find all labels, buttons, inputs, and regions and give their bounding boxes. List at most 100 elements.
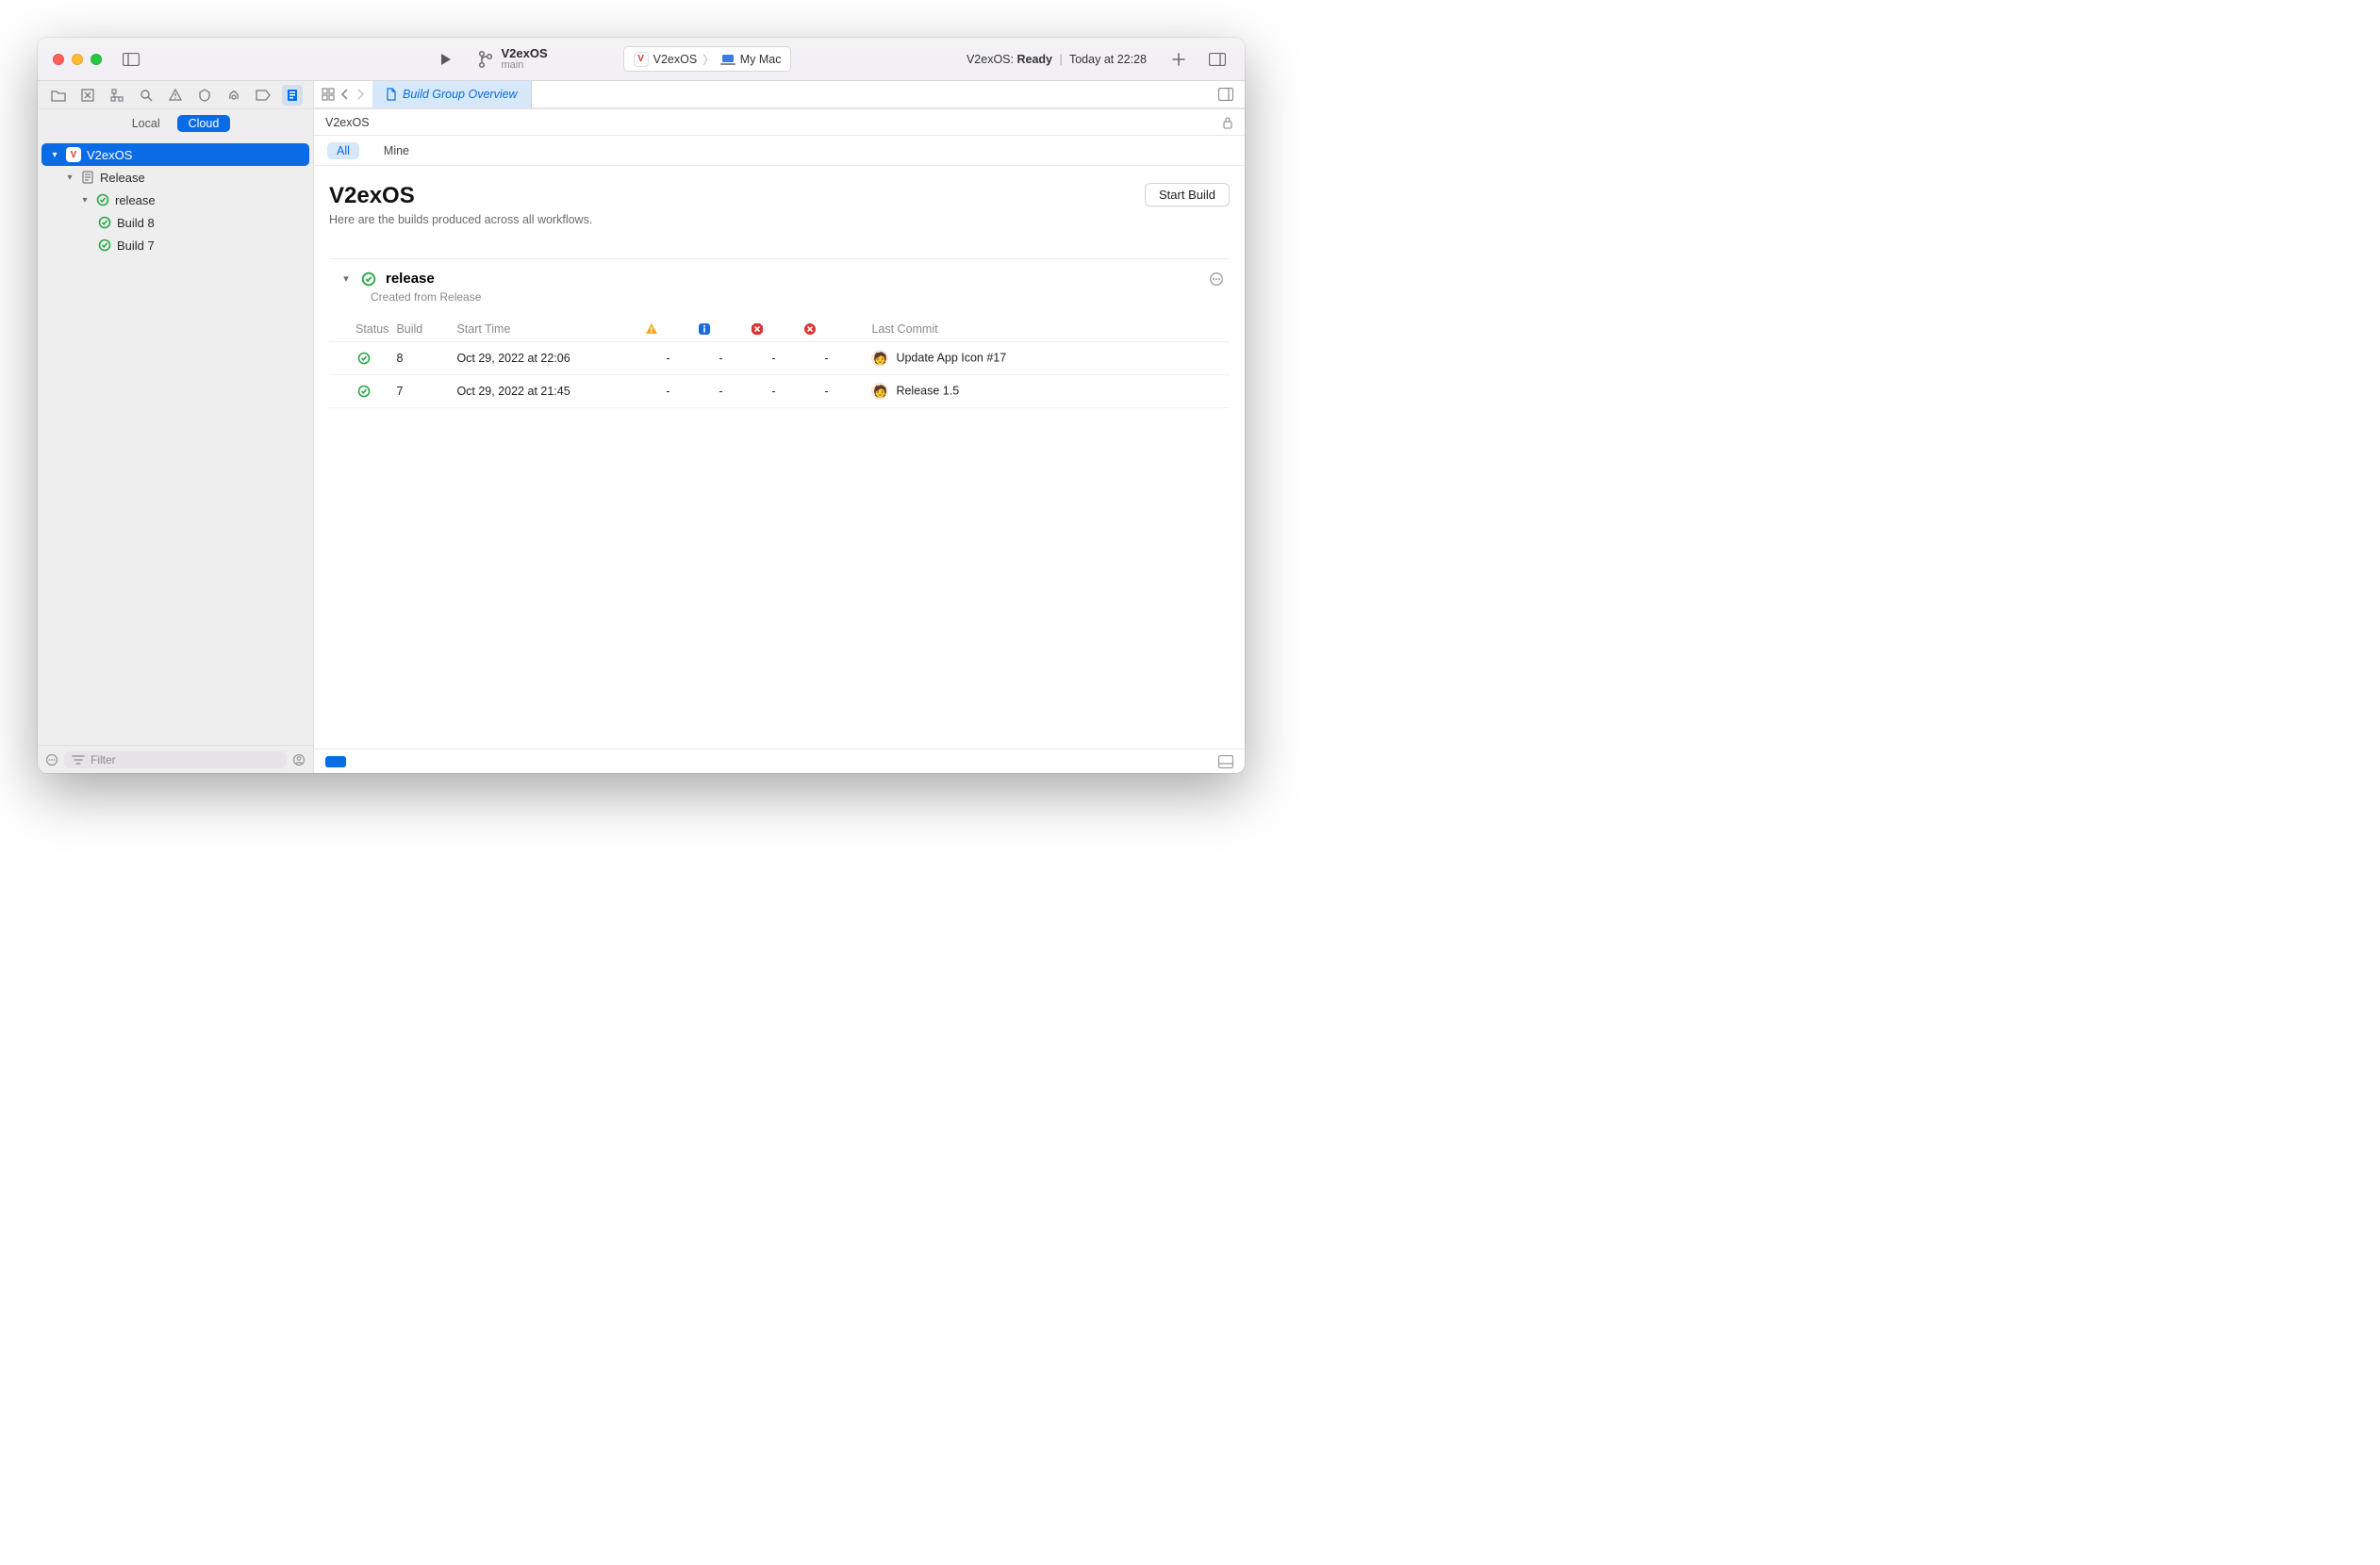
avatar: 🧑 — [871, 350, 888, 367]
editor-area: V2exOS All Mine V2exOS Here are the buil… — [314, 109, 1245, 773]
success-check-icon — [98, 216, 111, 229]
workflow-menu-icon[interactable] — [1209, 272, 1230, 287]
minimize-window[interactable] — [72, 54, 83, 65]
lock-icon — [1222, 116, 1233, 129]
th-status: Status — [329, 317, 392, 342]
th-error-circle-icon — [800, 317, 852, 342]
success-check-icon — [357, 352, 388, 365]
chevron-down-icon: ▾ — [64, 173, 75, 183]
report-navigator-icon[interactable] — [282, 85, 303, 106]
active-editor-tab[interactable]: Build Group Overview — [372, 81, 532, 107]
chevron-down-icon: ▾ — [79, 195, 91, 206]
adjust-editor-button[interactable] — [1218, 88, 1245, 101]
info-count: - — [694, 342, 747, 375]
chevron-down-icon: ▾ — [340, 272, 352, 285]
nav-forward-icon[interactable] — [355, 88, 365, 101]
navigator-footer: Filter — [38, 745, 313, 773]
app-icon: V — [66, 147, 81, 162]
th-warning-icon — [641, 317, 694, 342]
err2-count: - — [800, 375, 852, 408]
build-number: 7 — [392, 375, 453, 408]
branch-icon — [478, 50, 493, 69]
laptop-icon — [720, 54, 735, 65]
err1-count: - — [747, 375, 800, 408]
success-check-icon — [357, 385, 388, 398]
close-window[interactable] — [53, 54, 64, 65]
document-list-icon — [81, 171, 94, 184]
table-row[interactable]: 8 Oct 29, 2022 at 22:06 - - - - 🧑Update … — [329, 342, 1230, 375]
tree-root-label: V2exOS — [87, 148, 132, 162]
tree-workflow[interactable]: ▾ release — [41, 189, 309, 211]
branch-indicator[interactable]: V2exOS main — [478, 47, 547, 71]
page-title: V2exOS — [329, 183, 592, 209]
zoom-window[interactable] — [91, 54, 102, 65]
toggle-inspector-button[interactable] — [1203, 46, 1231, 73]
issue-navigator-icon[interactable] — [165, 85, 186, 106]
chevron-right-icon: 〉 — [702, 50, 715, 68]
workflow-subtitle: Created from Release — [371, 290, 1230, 304]
project-name: V2exOS — [501, 47, 547, 60]
table-row[interactable]: 7 Oct 29, 2022 at 21:45 - - - - 🧑Release… — [329, 375, 1230, 408]
run-button[interactable] — [433, 46, 459, 73]
scheme-selector[interactable]: V V2exOS 〉 My Mac — [623, 46, 792, 72]
start-build-button[interactable]: Start Build — [1145, 183, 1230, 206]
avatar: 🧑 — [871, 383, 888, 400]
more-icon[interactable] — [45, 753, 58, 766]
nav-back-icon[interactable] — [340, 88, 350, 101]
activity-indicator[interactable] — [325, 756, 346, 767]
tree-release-group[interactable]: ▾ Release — [41, 166, 309, 189]
find-navigator-icon[interactable] — [136, 85, 157, 106]
test-navigator-icon[interactable] — [194, 85, 215, 106]
build-filter-row: All Mine — [314, 136, 1245, 166]
th-info-icon — [694, 317, 747, 342]
commit-message: Update App Icon #17 — [896, 351, 1006, 364]
tree-group-label: Release — [100, 171, 145, 185]
titlebar: V2exOS main V V2exOS 〉 My Mac V2exOS: Re… — [38, 38, 1245, 81]
build-number: 8 — [392, 342, 453, 375]
th-error-red-icon — [747, 317, 800, 342]
sidebar-tab-local[interactable]: Local — [121, 115, 172, 132]
sidebar-scope-tabs: Local Cloud — [38, 109, 313, 140]
editor-tabs: Build Group Overview — [314, 81, 1245, 108]
related-items-icon[interactable] — [322, 88, 335, 101]
subbar: Build Group Overview — [38, 81, 1245, 109]
branch-name: main — [501, 60, 547, 72]
th-build: Build — [392, 317, 453, 342]
bottom-panel-icon[interactable] — [1218, 755, 1233, 768]
scheme-app: V2exOS — [653, 53, 698, 66]
tree-root[interactable]: ▾ V V2exOS — [41, 143, 309, 166]
symbol-navigator-icon[interactable] — [107, 85, 127, 106]
success-check-icon — [96, 193, 109, 206]
filter-placeholder: Filter — [91, 753, 116, 766]
filter-all[interactable]: All — [327, 142, 359, 159]
toggle-sidebar-button[interactable] — [117, 46, 145, 73]
builds-table: Status Build Start Time Last Commit — [329, 317, 1230, 408]
navigator-filter[interactable]: Filter — [64, 751, 287, 768]
start-time: Oct 29, 2022 at 22:06 — [453, 342, 641, 375]
err1-count: - — [747, 342, 800, 375]
breakpoint-navigator-icon[interactable] — [253, 85, 273, 106]
person-icon[interactable] — [292, 753, 306, 766]
editor-tab-label: Build Group Overview — [403, 88, 518, 101]
filter-icon — [72, 755, 85, 765]
project-navigator-icon[interactable] — [48, 85, 69, 106]
navigator-selector — [38, 81, 314, 108]
warn-count: - — [641, 375, 694, 408]
source-control-navigator-icon[interactable] — [77, 85, 98, 106]
add-button[interactable] — [1165, 46, 1192, 73]
scheme-destination: My Mac — [740, 53, 782, 66]
th-start-time: Start Time — [453, 317, 641, 342]
filter-mine[interactable]: Mine — [374, 142, 419, 159]
workflow-header[interactable]: ▾ release — [329, 259, 1230, 288]
breadcrumb-path[interactable]: V2exOS — [325, 116, 370, 129]
app-icon: V — [634, 52, 649, 67]
tree-build-item[interactable]: Build 8 — [41, 211, 309, 234]
traffic-lights — [38, 54, 102, 65]
tree-build-item[interactable]: Build 7 — [41, 234, 309, 256]
workflow-title: release — [386, 271, 435, 287]
editor-footer — [314, 749, 1245, 773]
debug-navigator-icon[interactable] — [223, 85, 244, 106]
sidebar-tab-cloud[interactable]: Cloud — [177, 115, 231, 132]
document-icon — [386, 88, 397, 101]
chevron-down-icon: ▾ — [49, 150, 60, 160]
